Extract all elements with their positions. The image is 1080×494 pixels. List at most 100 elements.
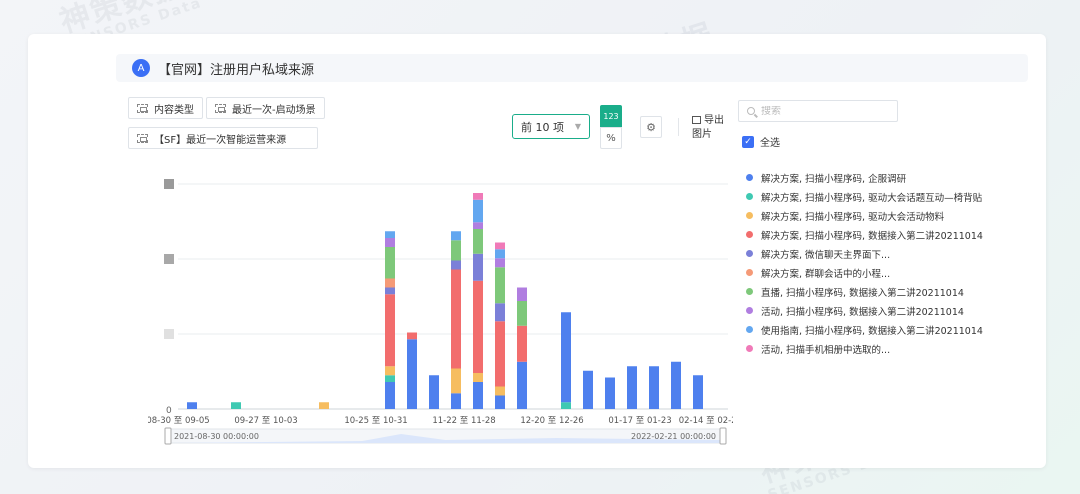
bar-segment: [385, 238, 395, 247]
legend-label: 活动, 扫描小程序码, 数据接入第二讲20211014: [761, 306, 964, 318]
stacked-bar-chart: 008-30 至 09-05 09-27 至 10-03 10-25 至 10-31…: [148, 179, 733, 445]
bar-segment: [385, 287, 395, 295]
bar-segment: [451, 269, 461, 369]
legend-dot-icon: [746, 193, 753, 200]
number-toggle[interactable]: 123: [600, 105, 622, 127]
legend-label: 使用指南, 扫描小程序码, 数据接入第二讲20211014: [761, 325, 983, 337]
card-header: A 【官网】注册用户私域来源: [116, 54, 1028, 82]
legend-search[interactable]: [738, 100, 898, 122]
bar-segment: [451, 231, 461, 241]
zoom-end-label: 2022-02-21 00:00:00: [631, 432, 716, 441]
export-label: 导出: [704, 115, 724, 126]
legend-item[interactable]: 使用指南, 扫描小程序码, 数据接入第二讲20211014: [746, 320, 983, 339]
legend-dot-icon: [746, 269, 753, 276]
percent-toggle[interactable]: %: [600, 127, 622, 149]
legend-dot-icon: [746, 345, 753, 352]
zoom-handle-right: [719, 427, 727, 445]
filter-content-type[interactable]: 内容类型: [128, 97, 203, 119]
legend-dot-icon: [746, 174, 753, 181]
group-icon: [137, 133, 148, 143]
legend: 解决方案, 扫描小程序码, 企服调研解决方案, 扫描小程序码, 驱动大会话题互动…: [746, 168, 983, 358]
bar-segment: [407, 332, 417, 340]
image-icon: [692, 116, 701, 124]
check-icon: ✓: [742, 135, 754, 148]
legend-item[interactable]: 解决方案, 扫描小程序码, 驱动大会话题互动—椅背贴: [746, 187, 983, 206]
bar-segment: [627, 366, 637, 409]
bar-segment: [561, 402, 571, 409]
legend-label: 活动, 扫描手机相册中选取的...: [761, 344, 891, 356]
legend-item[interactable]: 活动, 扫描手机相册中选取的...: [746, 339, 983, 358]
gear-icon: ⚙: [646, 120, 656, 134]
x-tick-label: 09-27 至 10-03: [234, 416, 297, 426]
legend-item[interactable]: 直播, 扫描小程序码, 数据接入第二讲20211014: [746, 282, 983, 301]
legend-label: 解决方案, 扫描小程序码, 驱动大会话题互动—椅背贴: [761, 192, 983, 204]
bar-segment: [495, 267, 505, 304]
bar-segment: [495, 395, 505, 409]
search-input[interactable]: [761, 105, 891, 117]
x-tick-label: 01-17 至 01-23: [608, 416, 671, 426]
search-icon: [747, 107, 755, 115]
legend-item[interactable]: 解决方案, 扫描小程序码, 驱动大会活动物料: [746, 206, 983, 225]
topn-select[interactable]: 前 10 项 ▼: [512, 114, 590, 139]
filter-label: 内容类型: [154, 104, 194, 116]
legend-item[interactable]: 解决方案, 微信聊天主界面下...: [746, 244, 983, 263]
bar-segment: [495, 242, 505, 250]
bar-segment: [473, 373, 483, 382]
bar-segment: [451, 260, 461, 270]
bar-segment: [231, 402, 241, 409]
x-tick-label: 11-22 至 11-28: [432, 416, 495, 426]
bar-segment: [451, 368, 461, 394]
legend-item[interactable]: 解决方案, 扫描小程序码, 企服调研: [746, 168, 983, 187]
bar-segment: [473, 229, 483, 254]
group-icon: [215, 103, 226, 113]
x-tick-label: 02-14 至 02-20: [679, 416, 733, 426]
legend-dot-icon: [746, 231, 753, 238]
legend-label: 直播, 扫描小程序码, 数据接入第二讲20211014: [761, 287, 964, 299]
legend-label: 解决方案, 群聊会话中的小程...: [761, 268, 891, 280]
bar-segment: [385, 231, 395, 238]
legend-item[interactable]: 活动, 扫描小程序码, 数据接入第二讲20211014: [746, 301, 983, 320]
y-tick-label: 0: [166, 406, 172, 416]
x-tick-label: 12-20 至 12-26: [520, 416, 583, 426]
x-tick-label: 10-25 至 10-31: [344, 416, 407, 426]
topn-value: 前 10 项: [521, 120, 564, 134]
bar-segment: [495, 303, 505, 322]
filter-launch-scene[interactable]: 最近一次-启动场景: [206, 97, 325, 119]
legend-item[interactable]: 解决方案, 扫描小程序码, 数据接入第二讲20211014: [746, 225, 983, 244]
filter-label: 【SF】最近一次智能运营来源: [154, 134, 287, 146]
y-tick-marker: [164, 254, 174, 264]
bar-segment: [319, 402, 329, 409]
legend-dot-icon: [746, 288, 753, 295]
bar-segment: [187, 402, 197, 409]
avatar: A: [132, 59, 150, 77]
settings-button[interactable]: ⚙: [640, 116, 662, 138]
group-icon: [137, 103, 148, 113]
y-tick-marker: [164, 179, 174, 189]
select-all-checkbox[interactable]: ✓ 全选: [742, 134, 780, 149]
bar-segment: [495, 249, 505, 259]
chart-card: A 【官网】注册用户私域来源 内容类型 最近一次-启动场景 【SF】最近一次智能…: [28, 34, 1046, 468]
filter-sf-source[interactable]: 【SF】最近一次智能运营来源: [128, 127, 318, 149]
legend-item[interactable]: 解决方案, 群聊会话中的小程...: [746, 263, 983, 282]
bar-segment: [385, 375, 395, 382]
bar-segment: [693, 375, 703, 409]
bar-segment: [473, 193, 483, 200]
bar-segment: [451, 393, 461, 409]
bar-segment: [473, 382, 483, 409]
bar-segment: [473, 199, 483, 223]
bar-segment: [385, 247, 395, 279]
bar-segment: [451, 240, 461, 261]
bar-segment: [605, 377, 615, 409]
divider: [678, 118, 679, 136]
bar-segment: [495, 258, 505, 268]
export-image-button[interactable]: 导出 图片: [692, 114, 724, 142]
zoom-start-label: 2021-08-30 00:00:00: [174, 432, 259, 441]
bar-segment: [495, 386, 505, 396]
bar-segment: [517, 325, 527, 362]
bar-segment: [583, 370, 593, 409]
bar-segment: [407, 339, 417, 409]
bar-segment: [561, 312, 571, 403]
bar-segment: [473, 253, 483, 281]
bar-segment: [385, 366, 395, 376]
legend-dot-icon: [746, 307, 753, 314]
